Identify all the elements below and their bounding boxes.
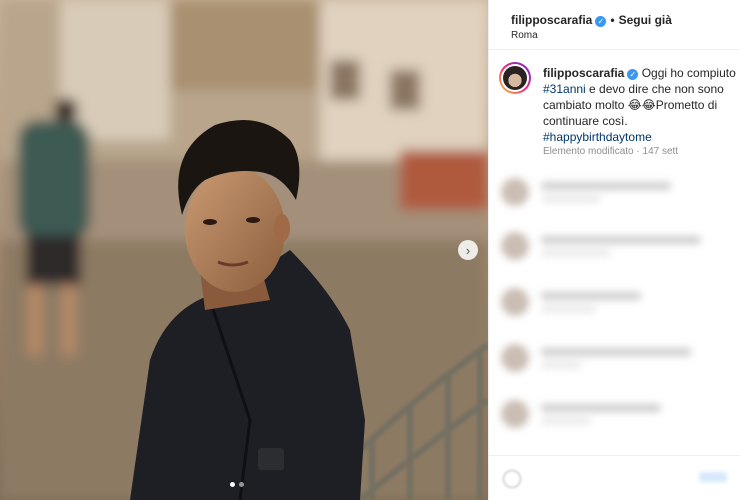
boy-portrait-photo — [0, 0, 488, 500]
caption-username[interactable]: filipposcarafia — [543, 66, 624, 80]
carousel-dot — [230, 482, 235, 487]
caption-meta: Elemento modificato · 147 sett — [543, 146, 678, 157]
header-username-row: filipposcarafia ✓ • Segui già — [511, 13, 672, 27]
carousel-indicator — [230, 482, 244, 487]
post-header: filipposcarafia ✓ • Segui già Roma — [489, 0, 740, 50]
blurred-comments — [489, 170, 740, 470]
hashtag-link[interactable]: #happybirthdaytome — [543, 130, 652, 144]
comment-composer — [489, 455, 740, 500]
instagram-post-dialog: › filipposcarafia ✓ • Segui già Roma filipp… — [0, 0, 740, 500]
edited-label: Elemento modificato — [543, 146, 634, 157]
post-age[interactable]: 147 sett — [643, 146, 679, 157]
carousel-next-button[interactable]: › — [458, 240, 478, 260]
post-location[interactable]: Roma — [511, 30, 538, 41]
verified-badge-icon: ✓ — [627, 69, 639, 80]
header-separator: • — [610, 13, 615, 27]
header-username[interactable]: filipposcarafia — [511, 13, 592, 27]
caption-text: filipposcarafia ✓ Oggi ho compiuto #31ann… — [543, 65, 740, 145]
post-comment-button[interactable] — [699, 472, 727, 482]
emoji-icon[interactable] — [503, 470, 521, 488]
post-sidebar: filipposcarafia ✓ • Segui già Roma filippos… — [488, 0, 740, 500]
carousel-dot — [239, 482, 244, 487]
verified-badge-icon: ✓ — [595, 16, 607, 27]
avatar[interactable] — [499, 62, 531, 94]
chevron-right-icon: › — [465, 242, 471, 258]
caption-text-before: Oggi ho compiuto — [638, 66, 736, 80]
hashtag-link[interactable]: #31anni — [543, 82, 586, 96]
meta-separator: · — [636, 146, 640, 157]
post-photo: › — [0, 0, 488, 500]
follow-status-button[interactable]: Segui già — [619, 13, 672, 27]
